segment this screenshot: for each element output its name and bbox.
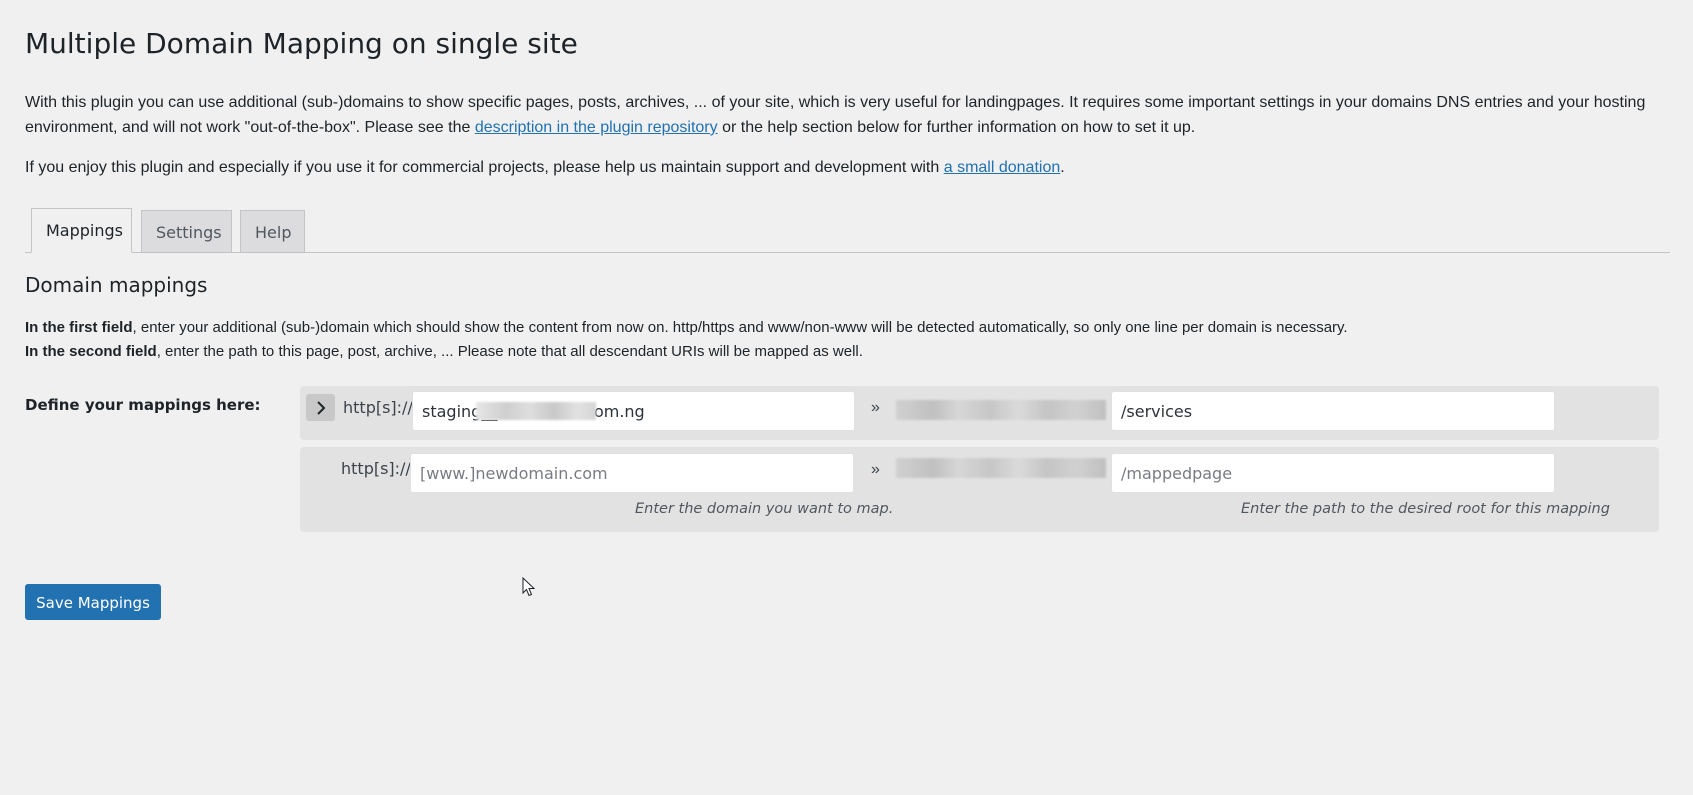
save-mappings-button[interactable]: Save Mappings — [25, 584, 161, 620]
tab-mappings[interactable]: Mappings — [31, 208, 132, 253]
description-line-1-text: , enter your additional (sub-)domain whi… — [132, 319, 1348, 336]
mapping-row-new: http[s]:// » Enter the domain you want t… — [300, 447, 1659, 532]
donate-text-2: . — [1060, 159, 1065, 176]
new-domain-input[interactable] — [410, 453, 854, 493]
description-line-1: In the first field, enter your additiona… — [25, 316, 1670, 340]
mapping-row: http[s]:// » — [300, 386, 1659, 440]
tab-help[interactable]: Help — [240, 210, 305, 253]
redacted-domain — [476, 402, 596, 420]
page-wrap: Multiple Domain Mapping on single site W… — [0, 0, 1670, 546]
description-line-1-bold: In the first field — [25, 319, 133, 336]
intro-paragraph: With this plugin you can use additional … — [25, 90, 1665, 140]
mapping-separator: » — [871, 461, 880, 478]
intro-text-2: or the help section below for further in… — [717, 119, 1196, 136]
tab-bar: Mappings Settings Help — [25, 207, 1670, 253]
description-line-2-bold: In the second field — [25, 343, 157, 360]
section-description: In the first field, enter your additiona… — [25, 316, 1670, 364]
path-hint: Enter the path to the desired root for t… — [1241, 501, 1610, 517]
expand-toggle[interactable] — [306, 394, 335, 421]
tab-settings[interactable]: Settings — [141, 210, 232, 253]
redacted-site-url — [896, 458, 1106, 478]
page-title: Multiple Domain Mapping on single site — [25, 27, 578, 60]
path-input[interactable] — [1111, 391, 1555, 431]
donate-paragraph: If you enjoy this plugin and especially … — [25, 155, 1670, 180]
protocol-prefix: http[s]:// — [341, 459, 411, 478]
new-path-input[interactable] — [1111, 453, 1555, 493]
donation-link[interactable]: a small donation — [944, 159, 1061, 176]
redacted-site-url — [896, 400, 1106, 420]
mappings-label: Define your mappings here: — [25, 396, 261, 414]
chevron-right-icon — [316, 400, 325, 415]
mapping-separator: » — [871, 399, 880, 416]
mouse-pointer-icon — [522, 577, 536, 597]
protocol-prefix: http[s]:// — [343, 398, 413, 417]
plugin-repository-link[interactable]: description in the plugin repository — [475, 119, 718, 136]
mappings-form-row: Define your mappings here: http[s]:// » … — [25, 386, 1670, 546]
section-title: Domain mappings — [25, 273, 208, 297]
description-line-2: In the second field, enter the path to t… — [25, 340, 1670, 364]
description-line-2-text: , enter the path to this page, post, arc… — [156, 343, 863, 360]
donate-text-1: If you enjoy this plugin and especially … — [25, 159, 944, 176]
domain-hint: Enter the domain you want to map. — [635, 501, 894, 517]
